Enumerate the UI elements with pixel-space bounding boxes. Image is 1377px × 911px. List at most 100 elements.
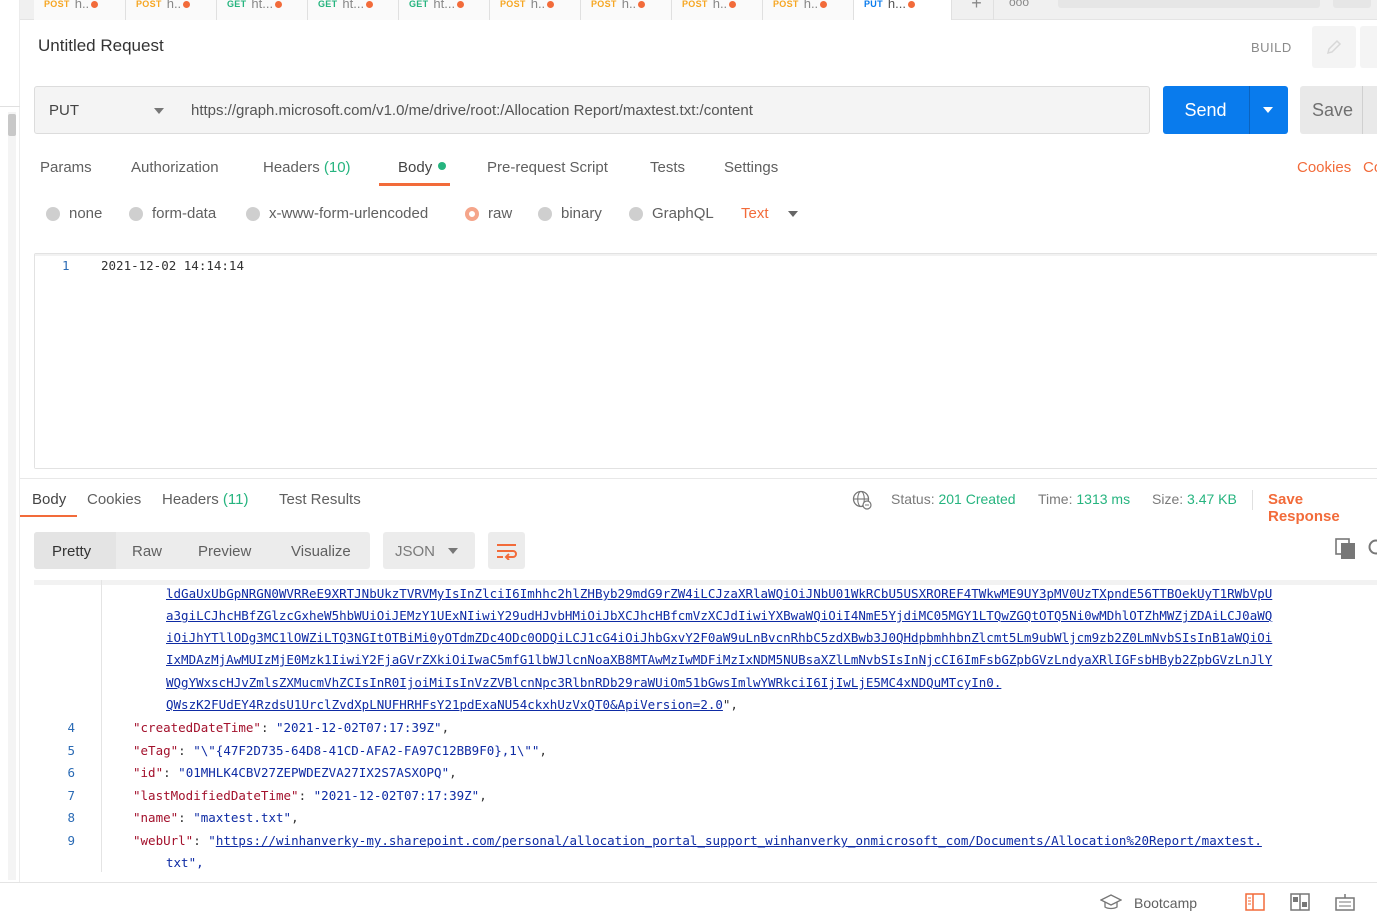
bootcamp-link[interactable]: Bootcamp (1134, 895, 1197, 911)
line-number: 8 (67, 810, 75, 825)
send-divider (1249, 86, 1250, 134)
request-tab[interactable]: POST h.. (763, 0, 854, 20)
viewer-top-border (34, 580, 1377, 585)
body-indicator-dot-icon (438, 162, 447, 170)
radio-graphql[interactable]: GraphQL (629, 205, 714, 222)
tab-name: ht... (433, 0, 456, 11)
url-fragment[interactable]: WQgYWxscHJvZmlsZXMucmVhZCIsInR0IjoiMiIsI… (166, 675, 1001, 690)
code-punctuation: ", (722, 697, 738, 712)
edit-button[interactable] (1312, 26, 1356, 68)
response-body-viewer[interactable]: ldGaUxUbGpNRGN0WVRReE9XRTJNbUkzTVRVMyIsI… (34, 580, 1377, 872)
build-mode-label[interactable]: BUILD (1251, 40, 1292, 55)
tab-tests[interactable]: Tests (650, 159, 685, 176)
editor-text[interactable]: 2021-12-02 14:14:14 (101, 258, 244, 273)
radio-urlencoded[interactable]: x-www-form-urlencoded (246, 205, 428, 222)
response-tab-test-results[interactable]: Test Results (279, 491, 361, 508)
body-editor[interactable] (34, 253, 1377, 469)
json-value: "2021-12-02T07:17:39Z" (276, 720, 442, 735)
graduation-cap-icon[interactable] (1100, 894, 1122, 910)
editor-line-number: 1 (62, 258, 70, 273)
tab-prerequest-script[interactable]: Pre-request Script (487, 159, 608, 176)
request-tab[interactable]: GET ht... (399, 0, 490, 20)
tab-name: h.. (74, 0, 90, 11)
tab-method: POST (773, 0, 799, 9)
radio-binary[interactable]: binary (538, 205, 602, 222)
tab-method: POST (44, 0, 70, 9)
request-tab[interactable]: POST h.. (581, 0, 672, 20)
environment-quick-look-button[interactable] (1333, 0, 1371, 8)
chevron-down-icon (154, 108, 164, 114)
documentation-button[interactable] (1360, 26, 1377, 68)
tab-method: POST (500, 0, 526, 9)
radio-circle (246, 206, 260, 221)
response-tab-headers[interactable]: Headers (11) (162, 491, 248, 508)
request-tab[interactable]: POST h.. (34, 0, 126, 20)
language-value: JSON (395, 543, 436, 560)
save-response-button[interactable]: Save Response (1268, 491, 1377, 525)
request-tab[interactable]: GET ht... (217, 0, 308, 20)
url-fragment[interactable]: IxMDAzMjAwMUIzMjE0Mzk1IiwiY2FjaGVrZXkiOi… (166, 652, 1272, 667)
request-tab[interactable]: POST h.. (672, 0, 763, 20)
weburl-link-continued[interactable]: txt", (166, 855, 204, 870)
language-select[interactable]: JSON (383, 532, 475, 569)
pane-splitter[interactable] (20, 478, 1377, 479)
more-tabs-icon[interactable]: ooo (1004, 0, 1034, 20)
globe-icon[interactable] (852, 490, 872, 510)
send-options-chevron-icon[interactable] (1263, 107, 1273, 113)
request-tab[interactable]: POST h.. (490, 0, 581, 20)
tab-settings[interactable]: Settings (724, 159, 778, 176)
radio-circle (46, 206, 60, 221)
unsaved-dot-icon (366, 1, 374, 8)
weburl-link[interactable]: https://winhanverky-my.sharepoint.com/pe… (216, 833, 1262, 848)
unsaved-dot-icon (91, 1, 99, 8)
format-pretty[interactable]: Pretty (52, 543, 91, 560)
chevron-down-icon (448, 548, 458, 554)
request-title[interactable]: Untitled Request (38, 36, 164, 56)
url-fragment[interactable]: ldGaUxUbGpNRGN0WVRReE9XRTJNbUkzTVRVMyIsI… (166, 586, 1272, 601)
wrap-lines-button[interactable] (488, 532, 525, 569)
save-button[interactable]: Save (1300, 86, 1377, 134)
tab-authorization[interactable]: Authorization (131, 159, 219, 176)
format-raw[interactable]: Raw (132, 543, 162, 560)
format-preview[interactable]: Preview (198, 543, 251, 560)
request-tab-active[interactable]: PUT h... (854, 0, 952, 20)
editor-top-border (35, 254, 1377, 256)
radio-raw[interactable]: raw (465, 205, 512, 222)
tab-params[interactable]: Params (40, 159, 92, 176)
url-fragment[interactable]: a3giLCJhcHBfZGlzcGxheW5hbWUiOiJEMzY1UExN… (166, 608, 1272, 623)
radio-circle-selected (465, 206, 479, 221)
request-tab[interactable]: GET ht... (308, 0, 399, 20)
response-tab-body[interactable]: Body (32, 491, 66, 508)
cookies-link[interactable]: Cookies (1297, 159, 1351, 176)
copy-icon[interactable] (1335, 538, 1357, 560)
raw-type-select[interactable]: Text (741, 205, 769, 222)
sidebar-scroll-thumb[interactable] (8, 114, 16, 136)
browse-mode-icon[interactable] (1290, 893, 1310, 911)
new-tab-button[interactable]: + (960, 0, 994, 20)
format-visualize[interactable]: Visualize (291, 543, 351, 560)
tab-headers[interactable]: Headers (10) (263, 159, 351, 176)
environment-selector[interactable] (1058, 0, 1320, 8)
sidebar-scrollbar[interactable] (8, 112, 16, 880)
method-select[interactable]: PUT (34, 86, 179, 134)
two-pane-view-icon[interactable] (1245, 893, 1265, 911)
url-fragment[interactable]: QWszK2FUdEY4RzdsU1UrclZvdXpLNUFHRHFsY21p… (166, 697, 723, 712)
keyboard-shortcuts-icon[interactable] (1335, 893, 1355, 911)
radio-form-data[interactable]: form-data (129, 205, 216, 222)
radio-circle (538, 206, 552, 221)
chevron-down-icon[interactable] (788, 211, 798, 217)
json-key: "eTag" (133, 743, 179, 758)
method-value: PUT (49, 101, 79, 119)
tab-body[interactable]: Body (398, 159, 447, 176)
code-link[interactable]: Co (1363, 159, 1377, 176)
send-button[interactable]: Send (1163, 86, 1288, 134)
search-icon[interactable] (1366, 538, 1377, 558)
response-tab-cookies[interactable]: Cookies (87, 491, 141, 508)
url-fragment[interactable]: iOiJhYTllODg3MC1lOWZiLTQ3NGItOTBiMi0yOTd… (166, 630, 1272, 645)
response-headers-label: Headers (162, 491, 219, 508)
url-input[interactable]: https://graph.microsoft.com/v1.0/me/driv… (178, 86, 1150, 134)
save-divider (1362, 86, 1363, 134)
radio-none[interactable]: none (46, 205, 102, 222)
request-tab[interactable]: POST h.. (126, 0, 217, 20)
sidebar-divider (0, 106, 20, 107)
